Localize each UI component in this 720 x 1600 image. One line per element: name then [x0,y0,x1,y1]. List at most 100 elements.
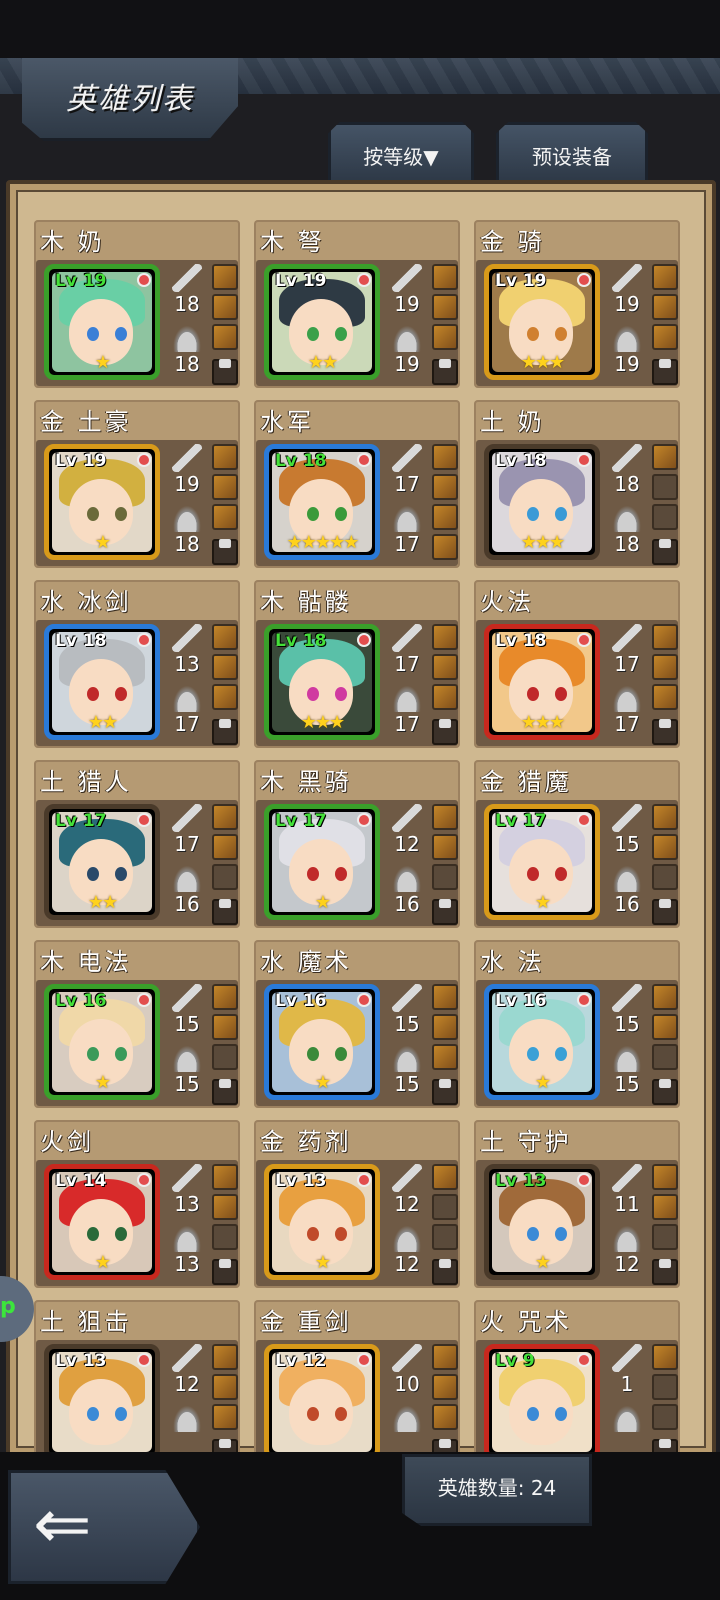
hero-card[interactable]: 水 法 Lv 16 ★ 15 15 [474,940,680,1108]
equipment-item-icon[interactable] [212,264,238,290]
equipment-item-icon[interactable] [212,1404,238,1430]
empty-equipment-slot[interactable] [652,1044,678,1070]
hero-card[interactable]: 土 奶 Lv 18 ★★★ 18 18 [474,400,680,568]
hero-card[interactable]: 金 猎魔 Lv 17 ★ 15 16 [474,760,680,928]
hero-portrait[interactable]: Lv 17 ★ [264,804,380,920]
equipment-item-icon[interactable] [432,504,458,530]
empty-equipment-slot[interactable] [432,864,458,890]
locked-slot-icon[interactable] [652,719,678,745]
locked-slot-icon[interactable] [652,359,678,385]
equipment-item-icon[interactable] [212,1344,238,1370]
equipment-item-icon[interactable] [432,984,458,1010]
hero-portrait[interactable]: Lv 16 ★ [264,984,380,1100]
hero-portrait[interactable]: Lv 12 [264,1344,380,1460]
locked-slot-icon[interactable] [432,359,458,385]
locked-slot-icon[interactable] [212,359,238,385]
equipment-item-icon[interactable] [652,654,678,680]
hero-card[interactable]: 水 冰剑 Lv 18 ★★ 13 17 [34,580,240,748]
locked-slot-icon[interactable] [212,1079,238,1105]
equipment-item-icon[interactable] [432,1344,458,1370]
locked-slot-icon[interactable] [652,539,678,565]
equipment-item-icon[interactable] [212,474,238,500]
equipment-item-icon[interactable] [212,294,238,320]
equipment-item-icon[interactable] [652,1014,678,1040]
hero-card[interactable]: 金 土豪 Lv 19 ★ 19 18 [34,400,240,568]
hero-portrait[interactable]: Lv 18 ★★★★★ [264,444,380,560]
equipment-item-icon[interactable] [432,294,458,320]
hero-portrait[interactable]: Lv 13 ★ [264,1164,380,1280]
hero-portrait[interactable]: Lv 17 ★ [484,804,600,920]
hero-portrait[interactable]: Lv 9 [484,1344,600,1460]
hero-card[interactable]: 金 药剂 Lv 13 ★ 12 12 [254,1120,460,1288]
locked-slot-icon[interactable] [652,1259,678,1285]
locked-slot-icon[interactable] [432,899,458,925]
hero-card[interactable]: 金 骑 Lv 19 ★★★ 19 19 [474,220,680,388]
locked-slot-icon[interactable] [212,719,238,745]
hero-portrait[interactable]: Lv 16 ★ [44,984,160,1100]
equipment-item-icon[interactable] [212,324,238,350]
equipment-item-icon[interactable] [432,804,458,830]
hero-portrait[interactable]: Lv 18 ★★★ [484,624,600,740]
hero-portrait[interactable]: Lv 19 ★★★ [484,264,600,380]
locked-slot-icon[interactable] [212,1259,238,1285]
equipment-item-icon[interactable] [432,264,458,290]
hero-portrait[interactable]: Lv 13 [44,1344,160,1460]
equipment-item-icon[interactable] [212,444,238,470]
equipment-item-icon[interactable] [432,1404,458,1430]
empty-equipment-slot[interactable] [212,1224,238,1250]
hero-portrait[interactable]: Lv 13 ★ [484,1164,600,1280]
empty-equipment-slot[interactable] [432,1194,458,1220]
locked-slot-icon[interactable] [652,899,678,925]
hero-card[interactable]: 水 魔术 Lv 16 ★ 15 15 [254,940,460,1108]
equipment-item-icon[interactable] [652,444,678,470]
equipment-item-icon[interactable] [432,1044,458,1070]
empty-equipment-slot[interactable] [652,864,678,890]
equipment-item-icon[interactable] [652,1344,678,1370]
preset-equipment-button[interactable]: 预设装备 [496,122,648,186]
hero-card[interactable]: 土 猎人 Lv 17 ★★ 17 16 [34,760,240,928]
locked-slot-icon[interactable] [432,1259,458,1285]
equipment-item-icon[interactable] [652,984,678,1010]
equipment-item-icon[interactable] [212,504,238,530]
equipment-item-icon[interactable] [212,1014,238,1040]
equipment-item-icon[interactable] [652,834,678,860]
equipment-item-icon[interactable] [432,654,458,680]
locked-slot-icon[interactable] [212,899,238,925]
equipment-item-icon[interactable] [652,264,678,290]
empty-equipment-slot[interactable] [212,1044,238,1070]
hero-card[interactable]: 水军 Lv 18 ★★★★★ 17 17 [254,400,460,568]
sort-by-level-button[interactable]: 按等级▼ [328,122,474,186]
equipment-item-icon[interactable] [432,1374,458,1400]
hero-card[interactable]: 木 奶 Lv 19 ★ 18 18 [34,220,240,388]
equipment-item-icon[interactable] [212,684,238,710]
hero-portrait[interactable]: Lv 19 ★★ [264,264,380,380]
equipment-item-icon[interactable] [212,1164,238,1190]
back-button[interactable]: ⇐ [8,1470,200,1584]
hero-card[interactable]: 土 狙击 Lv 13 12 [34,1300,240,1468]
equipment-item-icon[interactable] [432,684,458,710]
equipment-item-icon[interactable] [212,834,238,860]
hero-portrait[interactable]: Lv 14 ★ [44,1164,160,1280]
equipment-item-icon[interactable] [212,624,238,650]
equipment-item-icon[interactable] [652,804,678,830]
equipment-item-icon[interactable] [212,1374,238,1400]
equipment-item-icon[interactable] [652,324,678,350]
hero-portrait[interactable]: Lv 18 ★★ [44,624,160,740]
hero-portrait[interactable]: Lv 19 ★ [44,264,160,380]
locked-slot-icon[interactable] [212,539,238,565]
empty-equipment-slot[interactable] [652,1404,678,1430]
equipment-item-icon[interactable] [432,1014,458,1040]
equipment-item-icon[interactable] [212,1194,238,1220]
locked-slot-icon[interactable] [432,1079,458,1105]
empty-equipment-slot[interactable] [212,864,238,890]
equipment-item-icon[interactable] [212,654,238,680]
equipment-item-icon[interactable] [652,684,678,710]
hero-portrait[interactable]: Lv 19 ★ [44,444,160,560]
empty-equipment-slot[interactable] [652,504,678,530]
equipment-item-icon[interactable] [212,984,238,1010]
equipment-item-icon[interactable] [432,444,458,470]
hero-card[interactable]: 木 黑骑 Lv 17 ★ 12 16 [254,760,460,928]
empty-equipment-slot[interactable] [432,1224,458,1250]
empty-equipment-slot[interactable] [652,1374,678,1400]
hero-card[interactable]: 木 骷髅 Lv 18 ★★★ 17 17 [254,580,460,748]
